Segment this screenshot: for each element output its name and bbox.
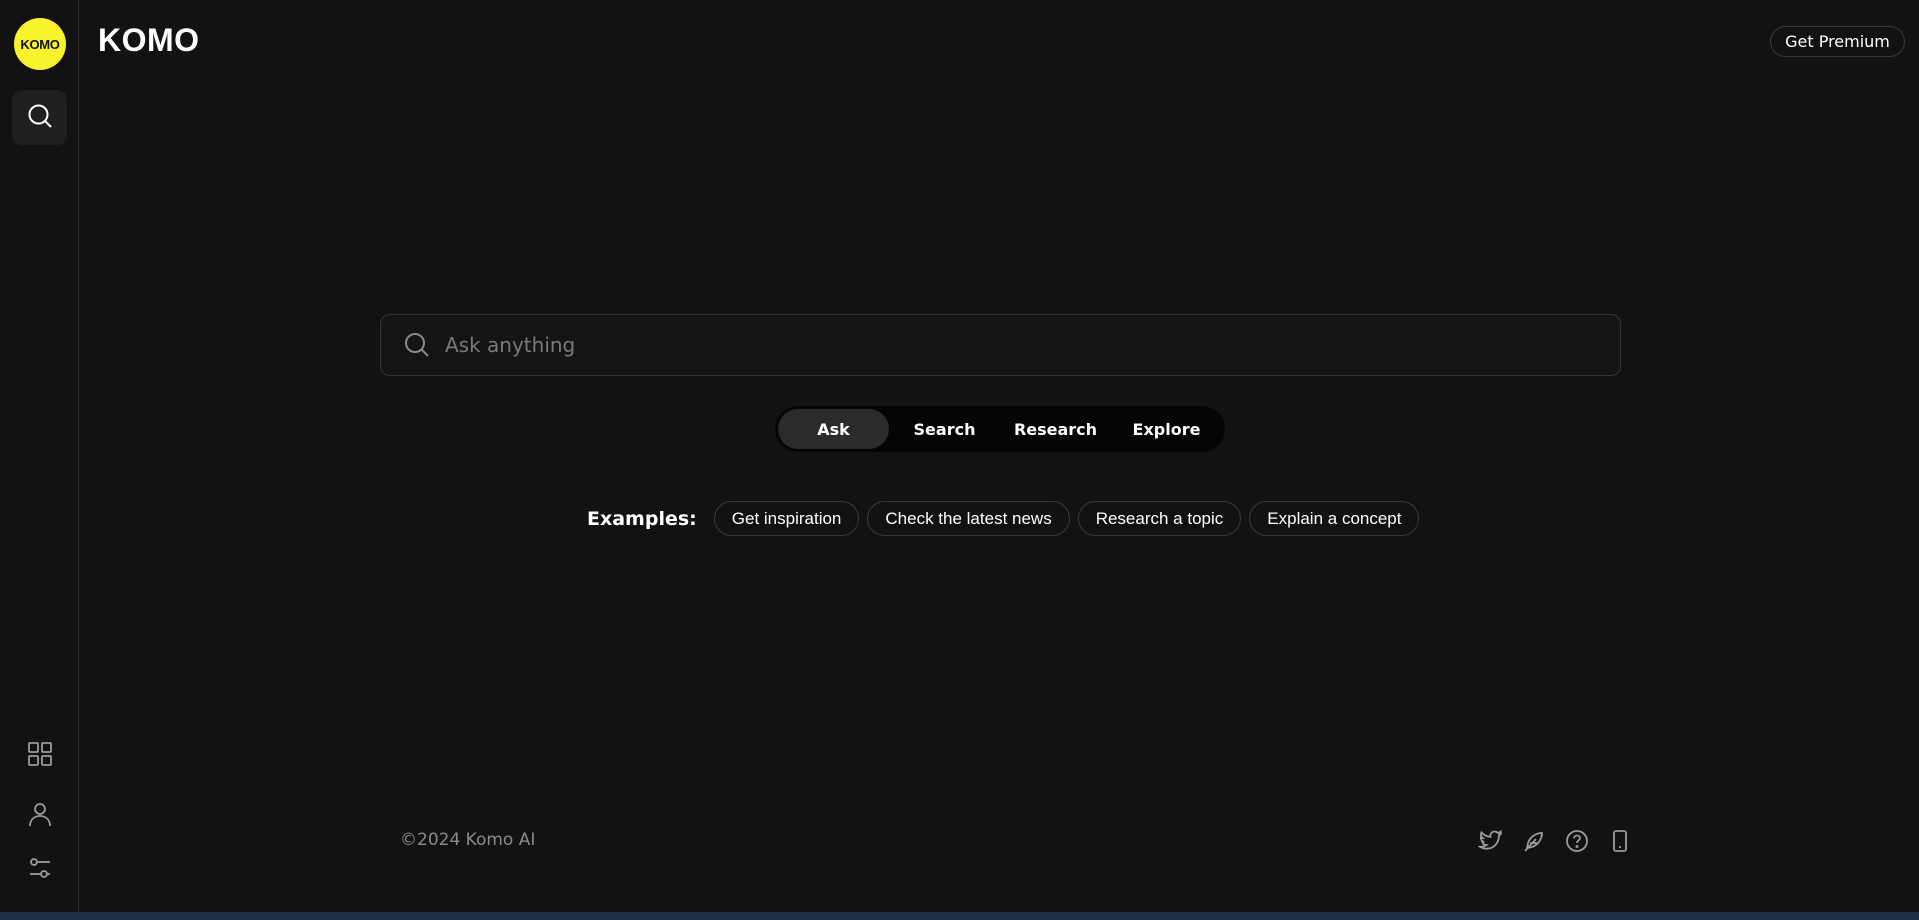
- tab-explore[interactable]: Explore: [1111, 409, 1222, 449]
- help-icon[interactable]: [1562, 826, 1592, 856]
- user-icon: [26, 800, 54, 832]
- mobile-icon[interactable]: [1605, 826, 1635, 856]
- komo-logo[interactable]: KOMO: [14, 18, 66, 70]
- copyright-text: ©2024 Komo AI: [400, 830, 536, 850]
- example-chip-get-inspiration[interactable]: Get inspiration: [713, 501, 860, 536]
- get-premium-button[interactable]: Get Premium: [1770, 26, 1905, 57]
- tab-search[interactable]: Search: [889, 409, 1000, 449]
- sidebar: KOMO: [0, 0, 79, 912]
- sliders-icon: [27, 855, 53, 885]
- tab-ask[interactable]: Ask: [778, 409, 889, 449]
- taskbar-strip: [0, 912, 1919, 920]
- search-icon: [26, 102, 54, 134]
- sidebar-item-search[interactable]: [12, 90, 67, 145]
- sidebar-item-settings[interactable]: [12, 842, 67, 897]
- search-icon: [403, 331, 431, 359]
- app-root: KOMO KOMO Get Premium Ask anything Ask S…: [0, 0, 1919, 920]
- examples-label: Examples:: [587, 507, 697, 530]
- footer-links: [1476, 826, 1648, 856]
- grid-icon: [26, 740, 54, 772]
- examples-row: Examples: Get inspiration Check the late…: [587, 501, 1427, 536]
- sidebar-item-profile[interactable]: [12, 788, 67, 843]
- example-chip-research-topic[interactable]: Research a topic: [1077, 501, 1242, 536]
- search-input[interactable]: [445, 315, 1620, 375]
- example-chip-latest-news[interactable]: Check the latest news: [867, 501, 1070, 536]
- search-box[interactable]: [380, 314, 1621, 376]
- mode-tabs: Ask Search Research Explore: [775, 406, 1225, 452]
- example-chip-explain-concept[interactable]: Explain a concept: [1249, 501, 1420, 536]
- feather-icon[interactable]: [1519, 826, 1549, 856]
- tab-research[interactable]: Research: [1000, 409, 1111, 449]
- brand-title: KOMO: [98, 22, 200, 58]
- sidebar-item-apps[interactable]: [12, 728, 67, 783]
- twitter-icon[interactable]: [1476, 826, 1506, 856]
